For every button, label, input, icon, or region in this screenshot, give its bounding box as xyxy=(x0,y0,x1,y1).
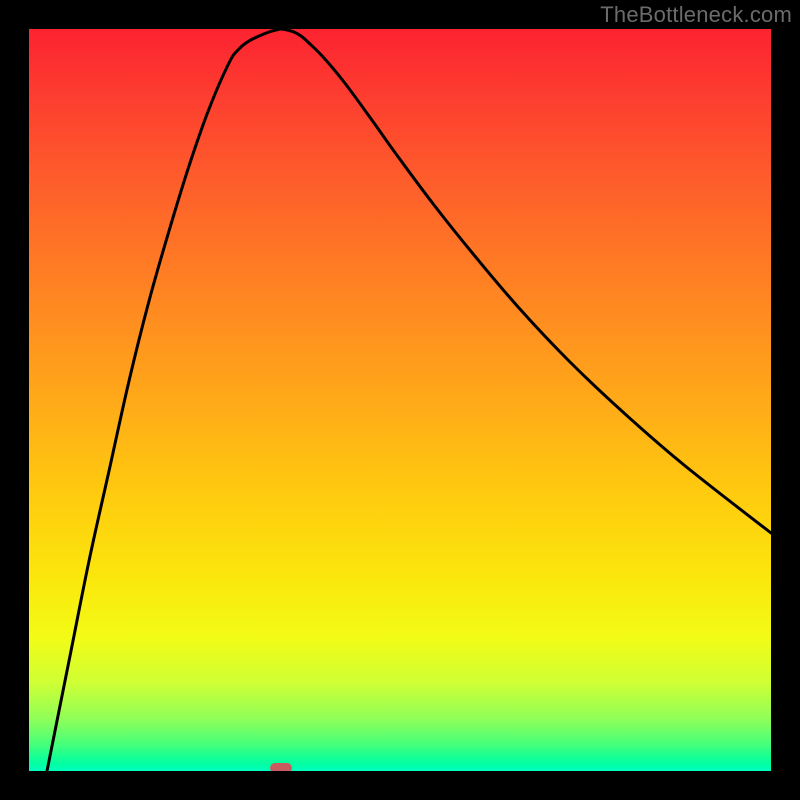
plot-area xyxy=(29,29,771,771)
bottleneck-curve xyxy=(29,29,771,771)
watermark-text: TheBottleneck.com xyxy=(600,2,792,28)
optimal-marker xyxy=(270,763,292,771)
chart-stage: TheBottleneck.com xyxy=(0,0,800,800)
